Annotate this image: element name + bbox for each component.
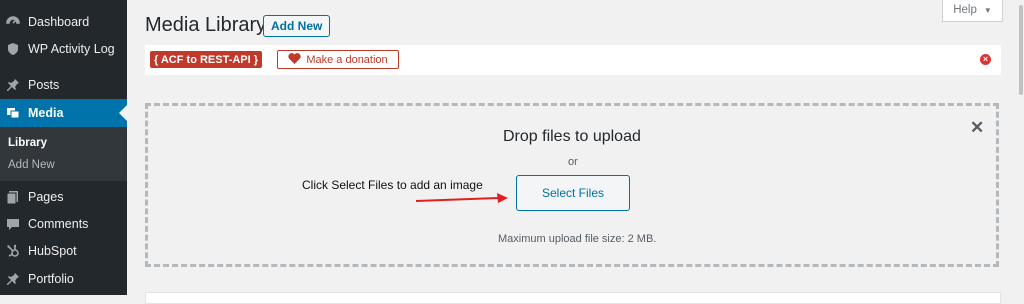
annotation-text: Click Select Files to add an image [302, 178, 483, 192]
caret-down-icon: ▼ [983, 5, 992, 15]
sidebar-item-label: HubSpot [28, 244, 77, 258]
media-grid-container [145, 292, 1001, 304]
heart-icon [288, 52, 301, 67]
acf-to-rest-api-button[interactable]: { ACF to REST-API } [150, 51, 262, 68]
pages-icon [6, 190, 20, 204]
pin-icon [6, 272, 20, 286]
sidebar-item-pages[interactable]: Pages [0, 183, 127, 211]
page-title: Media Library [145, 14, 267, 36]
sidebar-item-label: Pages [28, 190, 64, 204]
submenu-item-add-new[interactable]: Add New [8, 159, 55, 171]
help-label: Help [953, 4, 977, 16]
sidebar-item-comments[interactable]: Comments [0, 210, 127, 238]
sidebar-item-portfolio[interactable]: Portfolio [0, 265, 127, 293]
drop-files-heading: Drop files to upload [503, 128, 641, 145]
dashboard-icon [6, 15, 20, 29]
plugin-notice: { ACF to REST-API } Make a donation × [145, 45, 1001, 75]
admin-sidebar: Dashboard WP Activity Log Posts Media Li… [0, 0, 127, 295]
scroll-thumb[interactable] [1019, 5, 1023, 95]
help-button[interactable]: Help ▼ [942, 0, 1003, 22]
max-upload-size-text: Maximum upload file size: 2 MB. [498, 233, 657, 245]
sidebar-item-media[interactable]: Media [0, 99, 127, 127]
submenu-item-library[interactable]: Library [8, 137, 47, 149]
sidebar-item-posts[interactable]: Posts [0, 71, 127, 99]
sidebar-item-hubspot[interactable]: HubSpot [0, 237, 127, 265]
shield-icon [6, 42, 20, 56]
pin-icon [6, 78, 20, 92]
sidebar-item-label: Media [28, 106, 64, 120]
media-submenu: Library Add New [0, 127, 127, 181]
annotation-arrow-icon [415, 193, 508, 203]
comment-icon [6, 217, 20, 231]
sidebar-item-wp-activity-log[interactable]: WP Activity Log [0, 35, 127, 63]
dismiss-notice-icon[interactable]: × [980, 54, 991, 65]
scrollbar[interactable] [1018, 0, 1024, 295]
or-text: or [568, 156, 578, 168]
sidebar-item-dashboard[interactable]: Dashboard [0, 8, 127, 36]
sidebar-item-label: Posts [28, 78, 60, 92]
hubspot-icon [6, 244, 20, 258]
sidebar-item-label: Portfolio [28, 272, 74, 286]
donation-label: Make a donation [306, 53, 388, 66]
media-icon [6, 106, 20, 120]
close-icon[interactable]: ✕ [970, 119, 984, 136]
add-new-button[interactable]: Add New [263, 15, 331, 37]
select-files-button[interactable]: Select Files [516, 175, 630, 211]
sidebar-item-label: Dashboard [28, 15, 90, 29]
make-donation-button[interactable]: Make a donation [277, 50, 399, 69]
sidebar-item-label: Comments [28, 217, 89, 231]
sidebar-item-label: WP Activity Log [28, 42, 115, 56]
